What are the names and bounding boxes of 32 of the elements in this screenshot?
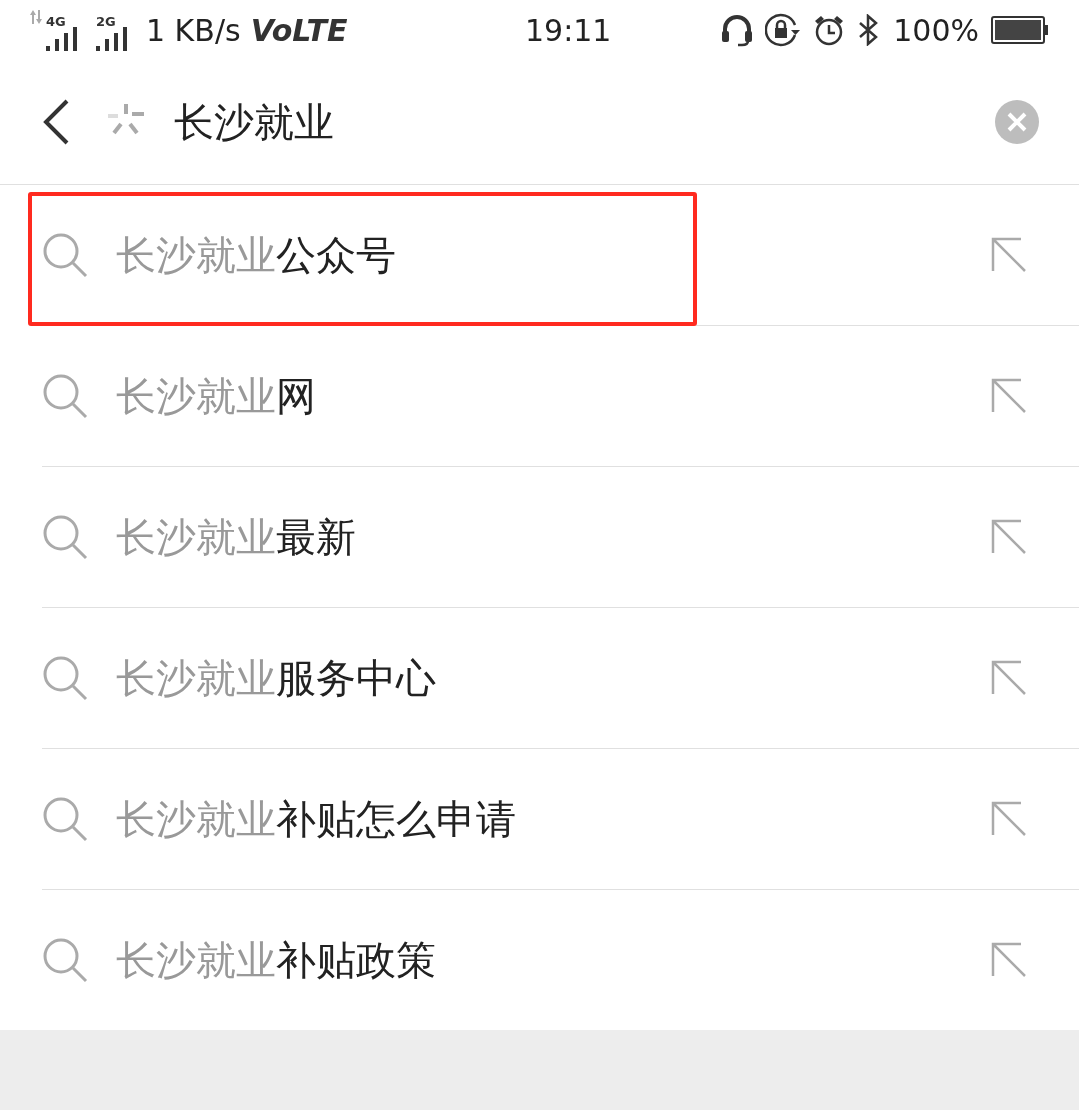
suggestion-item[interactable]: 长沙就业网 xyxy=(42,326,1079,466)
battery-percent: 100% xyxy=(893,11,979,50)
suggestion-text: 长沙就业最新 xyxy=(116,513,356,562)
alarm-clock-icon xyxy=(813,14,846,46)
headset-icon xyxy=(721,13,754,47)
suggestion-item[interactable]: 长沙就业最新 xyxy=(42,467,1079,607)
search-icon xyxy=(42,373,88,419)
suggestion-text: 长沙就业网 xyxy=(116,372,316,421)
search-icon xyxy=(42,514,88,560)
suggestion-text: 长沙就业公众号 xyxy=(116,231,396,280)
search-query: 长沙就业 xyxy=(174,98,334,147)
clock: 19:11 xyxy=(525,11,612,50)
suggestion-item[interactable]: 长沙就业补贴怎么申请 xyxy=(42,749,1079,889)
network-label: 2G xyxy=(96,15,116,28)
suggestion-text: 长沙就业服务中心 xyxy=(116,654,436,703)
rotation-lock-icon xyxy=(765,13,802,47)
suggestion-text: 长沙就业补贴政策 xyxy=(116,936,436,985)
network-speed: 1 KB/s xyxy=(146,11,241,50)
close-icon xyxy=(1006,111,1028,133)
suggestion-item[interactable]: 长沙就业服务中心 xyxy=(42,608,1079,748)
clear-button[interactable] xyxy=(995,100,1039,144)
volte-indicator: VoLTE xyxy=(250,11,348,50)
suggestion-item[interactable]: 长沙就业公众号 xyxy=(42,185,1079,325)
suggestion-text: 长沙就业补贴怎么申请 xyxy=(116,795,516,844)
data-activity-icon xyxy=(30,9,42,24)
battery-icon xyxy=(991,16,1049,44)
suggestion-item[interactable]: 长沙就业补贴政策 xyxy=(42,890,1079,1030)
search-icon xyxy=(42,796,88,842)
search-icon xyxy=(42,937,88,983)
search-icon xyxy=(42,655,88,701)
network-label: 4G xyxy=(46,15,66,28)
search-icon xyxy=(42,232,88,278)
